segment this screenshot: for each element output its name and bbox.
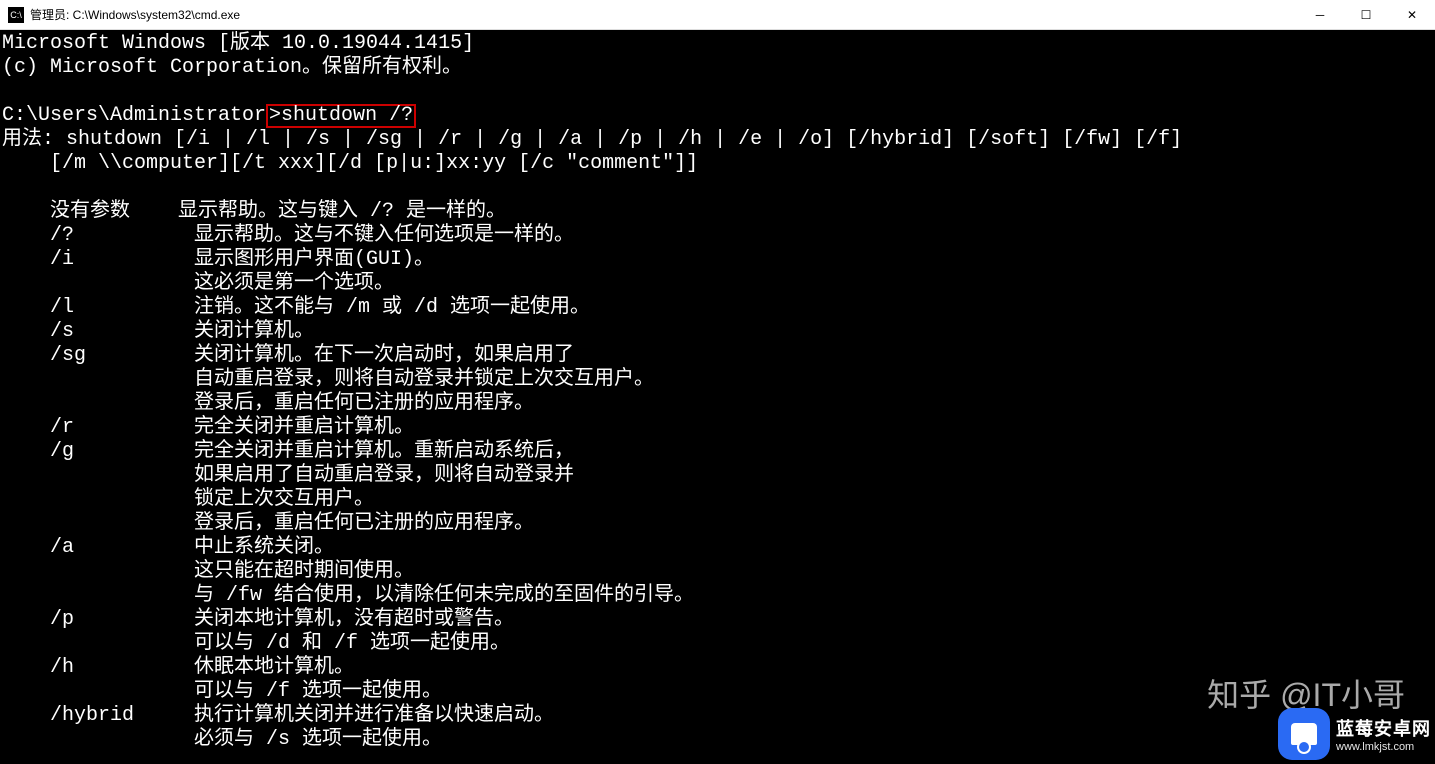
terminal-line: /s 关闭计算机。	[2, 320, 1435, 344]
terminal-line: /? 显示帮助。这与不键入任何选项是一样的。	[2, 224, 1435, 248]
prompt-line: C:\Users\Administrator>shutdown /?	[2, 104, 1435, 128]
terminal-line: 如果启用了自动重启登录，则将自动登录并	[2, 464, 1435, 488]
window-titlebar: C:\ 管理员: C:\Windows\system32\cmd.exe ─ ☐…	[0, 0, 1435, 30]
brand-name-en: www.lmkjst.com	[1336, 741, 1431, 753]
brand-logo-text: 蓝莓安卓网 www.lmkjst.com	[1336, 715, 1431, 753]
terminal-output[interactable]: Microsoft Windows [版本 10.0.19044.1415](c…	[0, 30, 1435, 764]
terminal-line	[2, 80, 1435, 104]
terminal-line: 没有参数 显示帮助。这与键入 /? 是一样的。	[2, 200, 1435, 224]
terminal-line: /i 显示图形用户界面(GUI)。	[2, 248, 1435, 272]
maximize-button[interactable]: ☐	[1343, 0, 1389, 29]
close-button[interactable]: ✕	[1389, 0, 1435, 29]
terminal-line: /g 完全关闭并重启计算机。重新启动系统后，	[2, 440, 1435, 464]
window-controls: ─ ☐ ✕	[1297, 0, 1435, 29]
terminal-line: /a 中止系统关闭。	[2, 536, 1435, 560]
terminal-line: 登录后，重启任何已注册的应用程序。	[2, 512, 1435, 536]
cmd-icon: C:\	[8, 7, 24, 23]
terminal-line: /l 注销。这不能与 /m 或 /d 选项一起使用。	[2, 296, 1435, 320]
brand-logo-icon	[1278, 708, 1330, 760]
terminal-line: Microsoft Windows [版本 10.0.19044.1415]	[2, 32, 1435, 56]
terminal-line: 可以与 /d 和 /f 选项一起使用。	[2, 632, 1435, 656]
brand-name-cn: 蓝莓安卓网	[1336, 715, 1431, 741]
terminal-line: /p 关闭本地计算机，没有超时或警告。	[2, 608, 1435, 632]
terminal-line: /sg 关闭计算机。在下一次启动时，如果启用了	[2, 344, 1435, 368]
terminal-line: 登录后，重启任何已注册的应用程序。	[2, 392, 1435, 416]
watermark-brand: 蓝莓安卓网 www.lmkjst.com	[1278, 708, 1431, 760]
window-title: 管理员: C:\Windows\system32\cmd.exe	[30, 6, 1297, 23]
terminal-line: 必须与 /s 选项一起使用。	[2, 728, 1435, 752]
terminal-line: /r 完全关闭并重启计算机。	[2, 416, 1435, 440]
terminal-line	[2, 176, 1435, 200]
terminal-line: 这必须是第一个选项。	[2, 272, 1435, 296]
terminal-line: 这只能在超时期间使用。	[2, 560, 1435, 584]
terminal-line: 用法: shutdown [/i | /l | /s | /sg | /r | …	[2, 128, 1435, 152]
terminal-line: (c) Microsoft Corporation。保留所有权利。	[2, 56, 1435, 80]
terminal-line: [/m \\computer][/t xxx][/d [p|u:]xx:yy […	[2, 152, 1435, 176]
terminal-line: 锁定上次交互用户。	[2, 488, 1435, 512]
terminal-line: 自动重启登录，则将自动登录并锁定上次交互用户。	[2, 368, 1435, 392]
command-highlight: >shutdown /?	[266, 104, 416, 128]
terminal-line: 与 /fw 结合使用，以清除任何未完成的至固件的引导。	[2, 584, 1435, 608]
minimize-button[interactable]: ─	[1297, 0, 1343, 29]
